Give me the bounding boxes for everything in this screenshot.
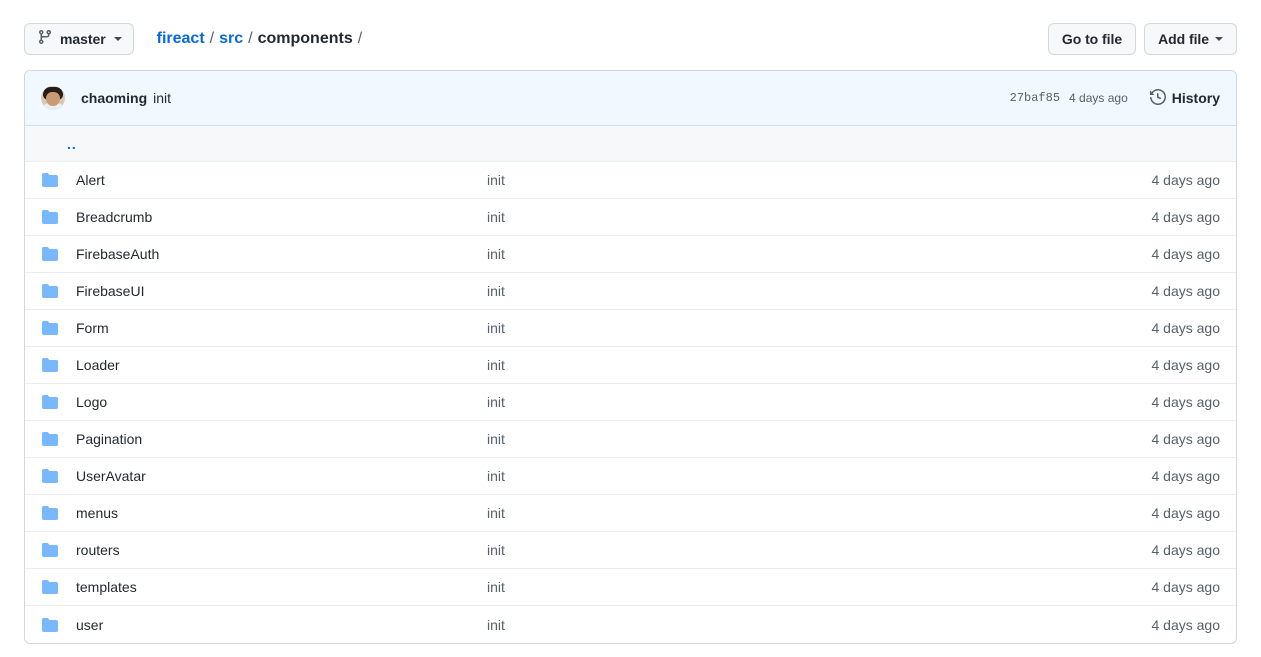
breadcrumb-item-src[interactable]: src [219, 30, 243, 48]
history-button[interactable]: History [1150, 89, 1220, 108]
folder-icon [41, 542, 67, 558]
file-name-link[interactable]: Breadcrumb [67, 209, 487, 225]
table-row[interactable]: FirebaseUIinit4 days ago [25, 273, 1236, 310]
table-row[interactable]: FirebaseAuthinit4 days ago [25, 236, 1236, 273]
folder-icon [41, 246, 67, 262]
file-commit-date: 4 days ago [1090, 431, 1220, 447]
file-name-link[interactable]: Pagination [67, 431, 487, 447]
file-name-link[interactable]: user [67, 617, 487, 633]
file-name-link[interactable]: Loader [67, 357, 487, 373]
folder-icon [41, 283, 67, 299]
file-commit-date: 4 days ago [1090, 320, 1220, 336]
file-commit-date: 4 days ago [1090, 542, 1220, 558]
file-commit-message[interactable]: init [487, 431, 1090, 447]
commit-sha[interactable]: 27baf85 [1010, 91, 1060, 105]
file-commit-date: 4 days ago [1090, 246, 1220, 262]
table-row[interactable]: userinit4 days ago [25, 606, 1236, 643]
file-name-link[interactable]: UserAvatar [67, 468, 487, 484]
parent-directory-link[interactable]: .. [67, 137, 77, 151]
folder-icon [41, 320, 67, 336]
file-commit-message[interactable]: init [487, 579, 1090, 595]
file-commit-date: 4 days ago [1090, 579, 1220, 595]
toolbar-actions: Go to file Add file [1048, 23, 1237, 55]
file-commit-date: 4 days ago [1090, 357, 1220, 373]
file-commit-message[interactable]: init [487, 394, 1090, 410]
table-row[interactable]: Paginationinit4 days ago [25, 421, 1236, 458]
folder-icon [41, 394, 67, 410]
file-name-link[interactable]: FirebaseAuth [67, 246, 487, 262]
file-commit-date: 4 days ago [1090, 394, 1220, 410]
breadcrumb-separator: / [210, 30, 214, 48]
file-commit-message[interactable]: init [487, 357, 1090, 373]
folder-icon [41, 172, 67, 188]
file-commit-message[interactable]: init [487, 172, 1090, 188]
breadcrumb-item-components: components [258, 30, 353, 48]
add-file-button[interactable]: Add file [1144, 23, 1237, 55]
go-to-file-label: Go to file [1062, 31, 1122, 47]
folder-icon [41, 505, 67, 521]
branch-name: master [60, 31, 106, 47]
folder-icon [41, 431, 67, 447]
file-rows-container: Alertinit4 days ago Breadcrumbinit4 days… [25, 162, 1236, 643]
chevron-down-icon [1215, 37, 1223, 41]
breadcrumb-separator: / [248, 30, 252, 48]
file-commit-date: 4 days ago [1090, 283, 1220, 299]
table-row[interactable]: menusinit4 days ago [25, 495, 1236, 532]
repo-toolbar: master fireact / src / components / Go t… [24, 22, 1237, 56]
table-row[interactable]: templatesinit4 days ago [25, 569, 1236, 606]
file-commit-message[interactable]: init [487, 617, 1090, 633]
table-row[interactable]: Alertinit4 days ago [25, 162, 1236, 199]
breadcrumb-trailing-slash: / [358, 30, 362, 48]
file-name-link[interactable]: Logo [67, 394, 487, 410]
git-branch-icon [37, 29, 53, 50]
file-commit-message[interactable]: init [487, 209, 1090, 225]
table-row[interactable]: Loaderinit4 days ago [25, 347, 1236, 384]
folder-icon [41, 617, 67, 633]
latest-commit-bar: chaoming init 27baf85 4 days ago History [25, 71, 1236, 126]
file-commit-date: 4 days ago [1090, 505, 1220, 521]
folder-icon [41, 357, 67, 373]
commit-author[interactable]: chaoming [81, 90, 147, 106]
repository-file-browser: master fireact / src / components / Go t… [0, 0, 1261, 657]
file-commit-message[interactable]: init [487, 320, 1090, 336]
go-to-file-button[interactable]: Go to file [1048, 23, 1136, 55]
file-commit-message[interactable]: init [487, 283, 1090, 299]
branch-selector[interactable]: master [24, 23, 134, 55]
commit-meta: 27baf85 4 days ago History [1010, 89, 1220, 108]
file-name-link[interactable]: FirebaseUI [67, 283, 487, 299]
file-listing-box: chaoming init 27baf85 4 days ago History… [24, 70, 1237, 644]
table-row[interactable]: Forminit4 days ago [25, 310, 1236, 347]
table-row[interactable]: Breadcrumbinit4 days ago [25, 199, 1236, 236]
folder-icon [41, 468, 67, 484]
history-label: History [1172, 90, 1220, 106]
breadcrumb: fireact / src / components / [157, 30, 363, 48]
file-commit-message[interactable]: init [487, 468, 1090, 484]
file-commit-message[interactable]: init [487, 505, 1090, 521]
chevron-down-icon [114, 37, 122, 41]
avatar-face [46, 92, 60, 106]
history-clock-icon [1150, 89, 1166, 108]
commit-message[interactable]: init [153, 90, 171, 106]
file-commit-message[interactable]: init [487, 246, 1090, 262]
file-commit-date: 4 days ago [1090, 172, 1220, 188]
file-commit-date: 4 days ago [1090, 209, 1220, 225]
file-name-link[interactable]: Form [67, 320, 487, 336]
folder-icon [41, 579, 67, 595]
file-commit-date: 4 days ago [1090, 617, 1220, 633]
add-file-label: Add file [1158, 31, 1209, 47]
table-row[interactable]: Logoinit4 days ago [25, 384, 1236, 421]
table-row[interactable]: routersinit4 days ago [25, 532, 1236, 569]
file-name-link[interactable]: menus [67, 505, 487, 521]
commit-date: 4 days ago [1069, 91, 1128, 105]
breadcrumb-item-repo[interactable]: fireact [157, 30, 205, 48]
file-name-link[interactable]: templates [67, 579, 487, 595]
file-commit-message[interactable]: init [487, 542, 1090, 558]
file-name-link[interactable]: Alert [67, 172, 487, 188]
table-row[interactable]: UserAvatarinit4 days ago [25, 458, 1236, 495]
avatar[interactable] [41, 86, 65, 110]
folder-icon [41, 209, 67, 225]
file-name-link[interactable]: routers [67, 542, 487, 558]
file-commit-date: 4 days ago [1090, 468, 1220, 484]
parent-directory-row[interactable]: .. [25, 126, 1236, 162]
